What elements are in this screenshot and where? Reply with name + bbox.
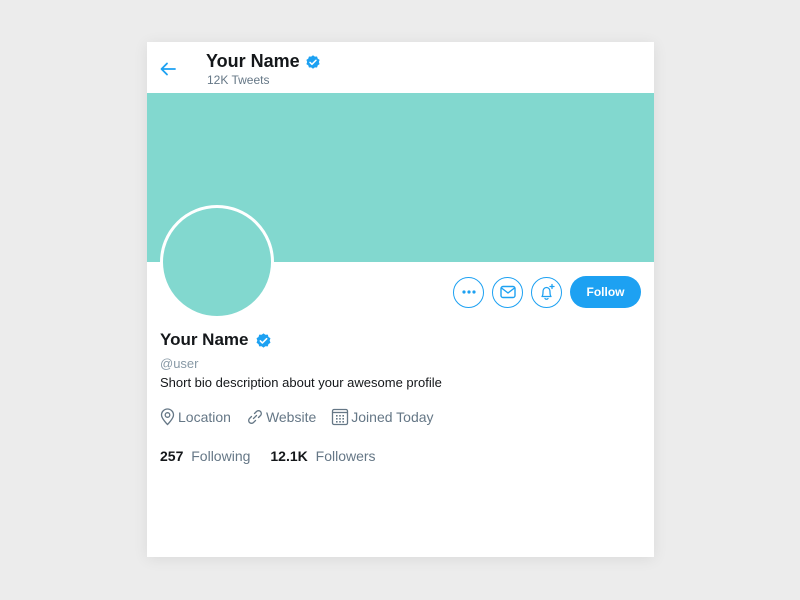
location-text: Location: [178, 409, 231, 425]
followers-label: Followers: [315, 448, 376, 464]
top-bar: Your Name 12K Tweets: [147, 42, 654, 93]
following-label: Following: [191, 448, 251, 464]
calendar-icon: [332, 408, 349, 426]
website-link[interactable]: Website: [266, 409, 316, 425]
profile-name-row: Your Name: [160, 330, 273, 350]
link-icon: [247, 410, 262, 424]
profile-card: Your Name 12K Tweets Follow Your Name @u…: [147, 42, 654, 557]
more-horizontal-icon: [461, 290, 476, 294]
verified-badge-icon: [306, 54, 320, 69]
meta-location: Location: [159, 408, 231, 426]
following-stat[interactable]: 257 Following: [160, 448, 250, 464]
bell-plus-icon: [540, 283, 555, 300]
following-count: 257: [160, 448, 184, 464]
header-title: Your Name: [206, 51, 322, 72]
avatar[interactable]: [160, 205, 274, 319]
joined-text: Joined Today: [351, 409, 434, 425]
followers-count: 12.1K: [270, 448, 308, 464]
message-button[interactable]: [492, 276, 523, 308]
meta-website[interactable]: Website: [246, 408, 316, 426]
profile-handle: @user: [160, 356, 199, 371]
tweet-count: 12K Tweets: [207, 73, 270, 87]
verified-badge-icon: [256, 332, 270, 348]
profile-meta: Location Website Joined Today: [159, 408, 449, 426]
back-button[interactable]: [157, 58, 179, 80]
profile-actions: Follow: [453, 276, 641, 308]
more-button[interactable]: [453, 276, 484, 308]
arrow-left-icon: [160, 62, 176, 76]
profile-stats: 257 Following 12.1K Followers: [160, 448, 396, 464]
meta-joined: Joined Today: [331, 408, 434, 426]
followers-stat[interactable]: 12.1K Followers: [270, 448, 375, 464]
profile-name: Your Name: [160, 330, 249, 349]
follow-button[interactable]: Follow: [570, 276, 641, 308]
header-name: Your Name: [206, 51, 300, 71]
envelope-icon: [499, 285, 516, 299]
profile-bio: Short bio description about your awesome…: [160, 375, 442, 390]
location-pin-icon: [160, 408, 175, 426]
notify-button[interactable]: [531, 276, 562, 308]
